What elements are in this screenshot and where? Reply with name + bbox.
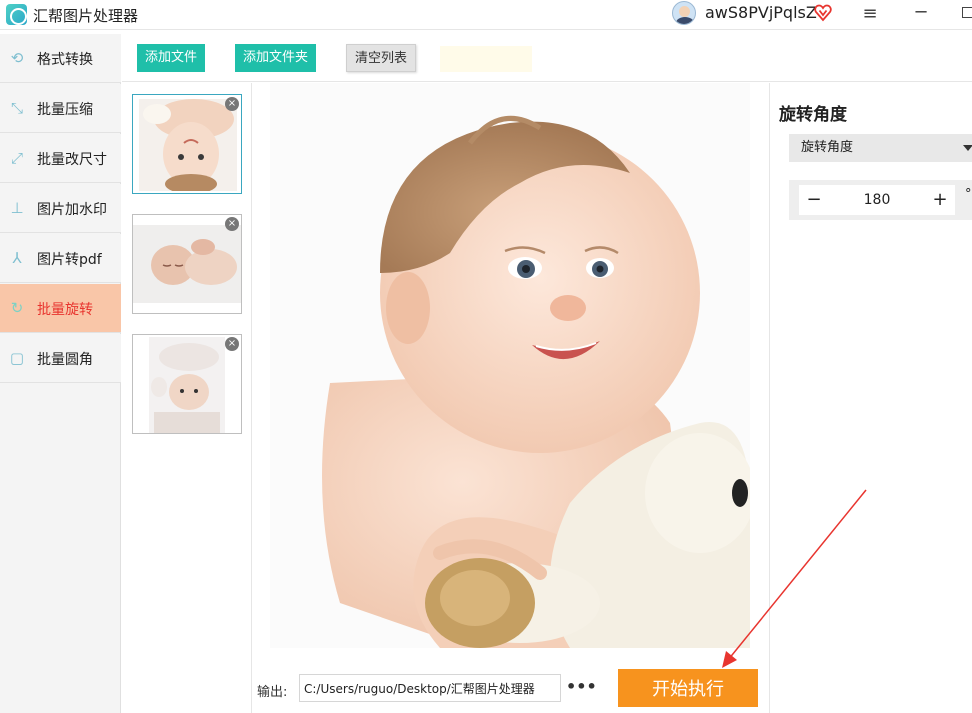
- output-label: 输出:: [257, 685, 288, 700]
- thumbnail-list: × × ×: [122, 83, 252, 713]
- watermark-icon: ⊥: [10, 199, 24, 217]
- rotate-icon: ↻: [10, 299, 24, 317]
- thumbnail-item[interactable]: ×: [132, 334, 242, 434]
- add-file-button[interactable]: 添加文件: [137, 44, 206, 72]
- sidebar-item-watermark[interactable]: ⊥ 图片加水印: [0, 184, 121, 233]
- resize-icon: ⤢: [10, 149, 23, 167]
- sidebar-item-label: 图片转pdf: [37, 252, 102, 268]
- sidebar-item-format-convert[interactable]: ⟲ 格式转换: [0, 34, 121, 83]
- add-folder-button[interactable]: 添加文件夹: [235, 44, 317, 72]
- username[interactable]: awS8PVjPqlsZ: [705, 3, 817, 22]
- thumbnail-image-sleeping-baby: [133, 225, 241, 303]
- pdf-icon: ⅄: [12, 249, 22, 267]
- decrement-button[interactable]: −: [799, 185, 829, 215]
- thumbnail-item[interactable]: ×: [132, 214, 242, 314]
- sidebar-item-label: 格式转换: [37, 52, 93, 68]
- output-path-field[interactable]: [299, 674, 561, 702]
- sidebar-item-label: 批量旋转: [37, 302, 93, 318]
- toolbar: 添加文件 添加文件夹 清空列表: [122, 34, 972, 82]
- app-logo-icon: [6, 4, 27, 25]
- clear-list-button[interactable]: 清空列表: [346, 44, 417, 72]
- user-avatar[interactable]: [672, 1, 696, 25]
- browse-more-button[interactable]: •••: [566, 676, 597, 698]
- increment-button[interactable]: +: [925, 185, 955, 215]
- close-icon[interactable]: ×: [225, 337, 239, 351]
- sidebar-item-label: 批量压缩: [37, 102, 93, 118]
- angle-stepper-container: − +: [789, 180, 972, 220]
- thumbnail-item[interactable]: ×: [132, 94, 242, 194]
- chevron-down-icon[interactable]: [963, 145, 972, 151]
- vip-heart-icon[interactable]: [814, 4, 832, 22]
- thumbnail-image-baby-blanket: [149, 337, 225, 433]
- sidebar-item-label: 批量圆角: [37, 352, 93, 368]
- settings-title: 旋转角度: [779, 105, 847, 125]
- title-bar: 汇帮图片处理器 awS8PVjPqlsZ ≡ ─: [0, 0, 972, 30]
- thumbnail-image-rotated-baby: [139, 99, 237, 191]
- degree-unit-label: °: [965, 187, 972, 202]
- preview-area: [253, 83, 768, 713]
- sidebar-item-label: 图片加水印: [37, 202, 107, 218]
- close-icon[interactable]: ×: [225, 97, 239, 111]
- compress-icon: ⤡: [10, 99, 23, 117]
- sidebar-item-rotate[interactable]: ↻ 批量旋转: [0, 284, 121, 333]
- angle-value-input[interactable]: [829, 185, 925, 215]
- menu-icon[interactable]: ≡: [860, 3, 880, 24]
- close-icon[interactable]: ×: [225, 217, 239, 231]
- sidebar-item-to-pdf[interactable]: ⅄ 图片转pdf: [0, 234, 121, 283]
- sidebar-item-label: 批量改尺寸: [37, 152, 107, 168]
- rotation-angle-select[interactable]: 旋转角度: [789, 134, 972, 162]
- round-corner-icon: ▢: [9, 349, 25, 367]
- sidebar: ⟲ 格式转换 ⤡ 批量压缩 ⤢ 批量改尺寸 ⊥ 图片加水印 ⅄ 图片转pdf ↻…: [0, 34, 121, 713]
- start-button[interactable]: 开始执行: [618, 669, 758, 707]
- format-convert-icon: ⟲: [10, 49, 24, 67]
- app-title: 汇帮图片处理器: [33, 7, 139, 25]
- rotation-settings-panel: 旋转角度 旋转角度 − + °: [769, 83, 972, 713]
- angle-stepper: − +: [799, 185, 955, 215]
- maximize-icon[interactable]: [962, 7, 972, 18]
- sidebar-item-round-corner[interactable]: ▢ 批量圆角: [0, 334, 121, 383]
- toolbar-placeholder: [440, 46, 532, 72]
- sidebar-item-compress[interactable]: ⤡ 批量压缩: [0, 84, 121, 133]
- preview-image-baby-with-plush-toy: [270, 83, 750, 648]
- sidebar-item-resize[interactable]: ⤢ 批量改尺寸: [0, 134, 121, 183]
- minimize-icon[interactable]: ─: [912, 2, 930, 23]
